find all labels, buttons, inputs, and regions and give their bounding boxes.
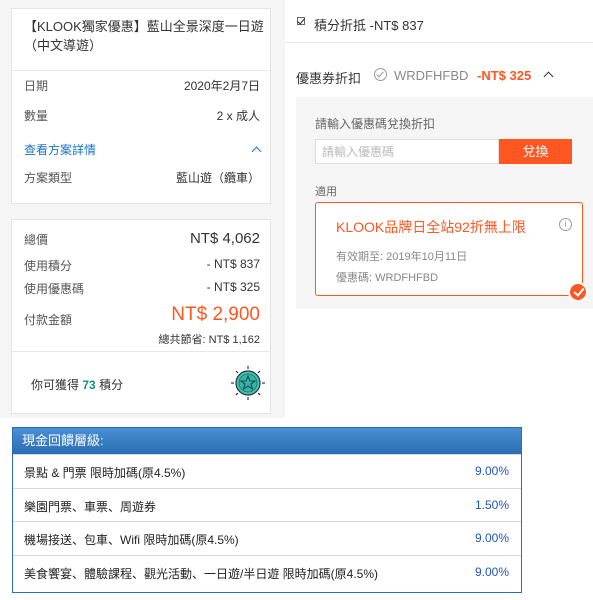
points-used-value: - NT$ 837 [206,257,260,271]
coupon-card-title: KLOOK品牌日全站92折無上限 [336,219,526,235]
enter-code-label: 請輸入優惠碼兌換折扣 [315,117,436,131]
earn-points-prefix: 你可獲得 [31,378,80,392]
plan-type-value: 藍山遊（纜車） [175,171,260,185]
cashback-tier-table: 現金回饋層級: 景點 & 門票 限時加碼(原4.5%) 9.00% 樂園門票、車… [12,427,522,593]
points-used-label: 使用積分 [24,259,73,273]
applicable-label: 適用 [315,186,337,198]
cashback-header: 現金回饋層級: [13,428,521,454]
divider [12,351,270,352]
table-row: 機場接送、包車、Wifi 限時加碼(原4.5%) 9.00% [13,521,521,555]
cashback-category: 機場接送、包車、Wifi 限時加碼(原4.5%) [24,533,239,547]
payment-amount-value: NT$ 2,900 [171,304,260,325]
redeem-button[interactable]: 兌換 [499,139,572,164]
table-row: 景點 & 門票 限時加碼(原4.5%) 9.00% [13,454,521,488]
applied-coupon-code: WRDFHFBD [394,68,469,83]
cashback-category: 景點 & 門票 限時加碼(原4.5%) [24,466,186,480]
table-row: 美食饗宴、體驗課程、觀光活動、一日遊/半日遊 限時加碼(原4.5%) 9.00% [13,554,521,588]
coupon-discount-value: -NT$ 325 [477,68,532,83]
cashback-category: 樂園門票、車票、周遊券 [24,499,157,514]
cashback-rate: 9.00% [474,564,509,579]
order-details-card: 【KLOOK獨家優惠】藍山全景深度一日遊（中文導遊） 日期 2020年2月7日 … [11,8,271,204]
total-value: NT$ 4,062 [189,230,260,247]
earn-points-value: 73 [82,378,96,392]
payment-amount-label: 付款金額 [24,313,73,327]
quantity-value: 2 x 成人 [216,109,260,123]
cashback-category: 美食饗宴、體驗課程、觀光活動、一日遊/半日遊 限時加碼(原4.5%) [24,566,379,581]
star-badge-icon [231,366,265,400]
coupon-discount-label: 優惠券折扣 [296,71,362,86]
coupon-used-value: - NT$ 325 [206,280,260,294]
plan-type-label: 方案類型 [24,171,73,185]
view-plan-details-link[interactable]: 查看方案詳情 [24,141,96,158]
cashback-rate: 1.50% [474,497,509,512]
coupon-valid-until: 有效期至: 2019年10月11日 [336,251,468,263]
cashback-rate: 9.00% [474,464,509,478]
chevron-up-icon[interactable] [251,146,262,157]
total-savings: 總共節省: NT$ 1,162 [158,334,260,346]
earn-points-suffix: 積分 [99,378,124,392]
date-label: 日期 [24,79,49,93]
chevron-up-icon[interactable] [543,71,554,82]
cashback-rate: 9.00% [474,531,509,545]
check-circle-icon [374,68,387,81]
coupon-code-input[interactable] [315,139,499,164]
info-icon[interactable]: i [559,218,572,231]
divider [12,70,270,71]
total-label: 總價 [24,233,49,247]
quantity-label: 數量 [24,109,49,123]
table-row: 樂園門票、車票、周遊券 1.50% [13,487,521,521]
date-value: 2020年2月7日 [183,79,260,93]
coupon-panel: 請輸入優惠碼兌換折扣 兌換 適用 KLOOK品牌日全站92折無上限 i 有效期至… [296,97,593,309]
earn-points-text: 你可獲得 73 積分 [31,376,123,393]
points-deduct-checkbox[interactable] [297,17,305,25]
points-deduct-label: 積分折抵 -NT$ 837 [314,18,424,33]
selected-check-icon [568,282,588,302]
price-summary-card: 總價 NT$ 4,062 使用積分 - NT$ 837 使用優惠碼 - NT$ … [11,219,271,414]
coupon-used-label: 使用優惠碼 [24,282,85,296]
coupon-card-code: 優惠碼: WRDFHFBD [336,272,439,284]
product-title: 【KLOOK獨家優惠】藍山全景深度一日遊（中文導遊） [24,19,264,53]
coupon-card[interactable]: KLOOK品牌日全站92折無上限 i 有效期至: 2019年10月11日 優惠碼… [315,202,588,302]
divider [285,42,593,43]
